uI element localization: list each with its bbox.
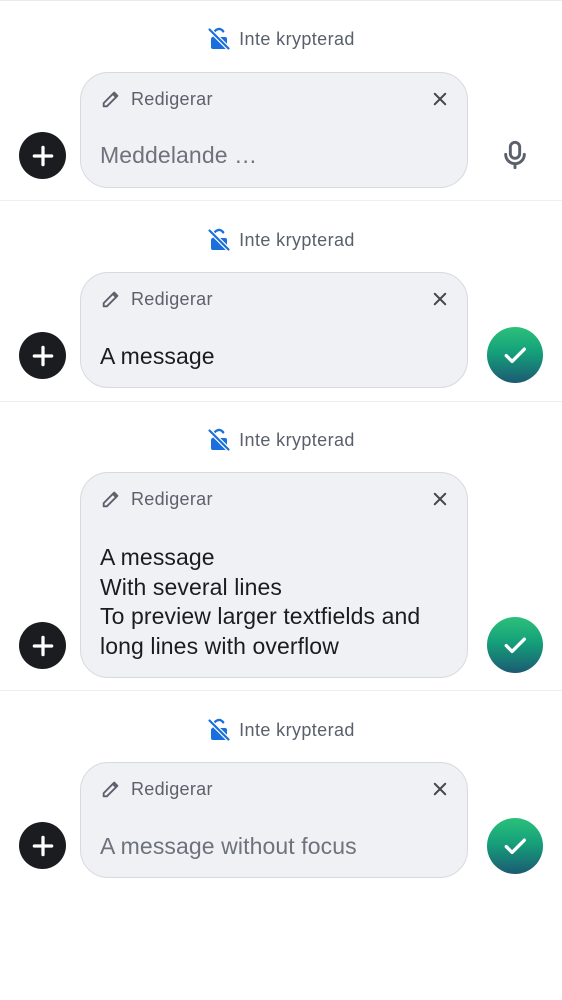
pencil-icon [102, 291, 119, 308]
editing-header: Redigerar [100, 487, 449, 511]
add-attachment-button[interactable] [19, 622, 66, 669]
message-text: A message With several lines To preview … [100, 544, 421, 660]
message-field[interactable]: Redigerar A message With several lines T… [80, 472, 468, 678]
plus-icon [32, 345, 53, 366]
plus-icon [32, 835, 53, 856]
add-attachment-button[interactable] [19, 332, 66, 379]
checkmark-icon [504, 347, 526, 364]
message-placeholder: Meddelande … [100, 142, 258, 168]
editing-header: Redigerar [100, 87, 449, 111]
encryption-label: Inte krypterad [239, 429, 355, 450]
checkmark-icon [504, 838, 526, 855]
editing-label: Redigerar [131, 778, 213, 799]
encryption-status: Inte krypterad [0, 428, 562, 452]
add-attachment-button[interactable] [19, 822, 66, 869]
microphone-button[interactable] [497, 137, 533, 173]
microphone-icon [504, 140, 526, 170]
editing-header: Redigerar [100, 777, 449, 801]
message-field[interactable]: Redigerar A message [80, 272, 468, 388]
encryption-label: Inte krypterad [239, 719, 355, 740]
plus-icon [32, 145, 53, 166]
composer-single-line: Inte krypterad Redigerar A message [0, 201, 562, 402]
editing-header: Redigerar [100, 287, 449, 311]
send-button[interactable] [487, 617, 543, 673]
pencil-icon [102, 91, 119, 108]
message-field[interactable]: Redigerar A message without focus [80, 762, 468, 878]
editing-label: Redigerar [131, 288, 213, 309]
encryption-status: Inte krypterad [0, 228, 562, 252]
encryption-label: Inte krypterad [239, 28, 355, 49]
pencil-icon [102, 491, 119, 508]
composer-unfocused: Inte krypterad Redigerar A message witho… [0, 691, 562, 891]
lock-off-icon [207, 27, 231, 51]
lock-off-icon [207, 228, 231, 252]
close-icon[interactable] [431, 90, 449, 108]
editing-label: Redigerar [131, 88, 213, 109]
encryption-label: Inte krypterad [239, 229, 355, 250]
composer-empty: Inte krypterad Redigerar Meddelande … [0, 0, 562, 201]
close-icon[interactable] [431, 290, 449, 308]
encryption-status: Inte krypterad [0, 718, 562, 742]
editing-label: Redigerar [131, 488, 213, 509]
close-icon[interactable] [431, 490, 449, 508]
encryption-status: Inte krypterad [0, 27, 562, 51]
checkmark-icon [504, 637, 526, 654]
message-text: A message [100, 343, 215, 369]
composer-multi-line: Inte krypterad Redigerar A message With … [0, 402, 562, 691]
pencil-icon [102, 781, 119, 798]
add-attachment-button[interactable] [19, 132, 66, 179]
send-button[interactable] [487, 818, 543, 874]
message-field[interactable]: Redigerar Meddelande … [80, 72, 468, 188]
send-button[interactable] [487, 327, 543, 383]
lock-off-icon [207, 428, 231, 452]
close-icon[interactable] [431, 780, 449, 798]
message-text: A message without focus [100, 833, 357, 859]
plus-icon [32, 635, 53, 656]
lock-off-icon [207, 718, 231, 742]
